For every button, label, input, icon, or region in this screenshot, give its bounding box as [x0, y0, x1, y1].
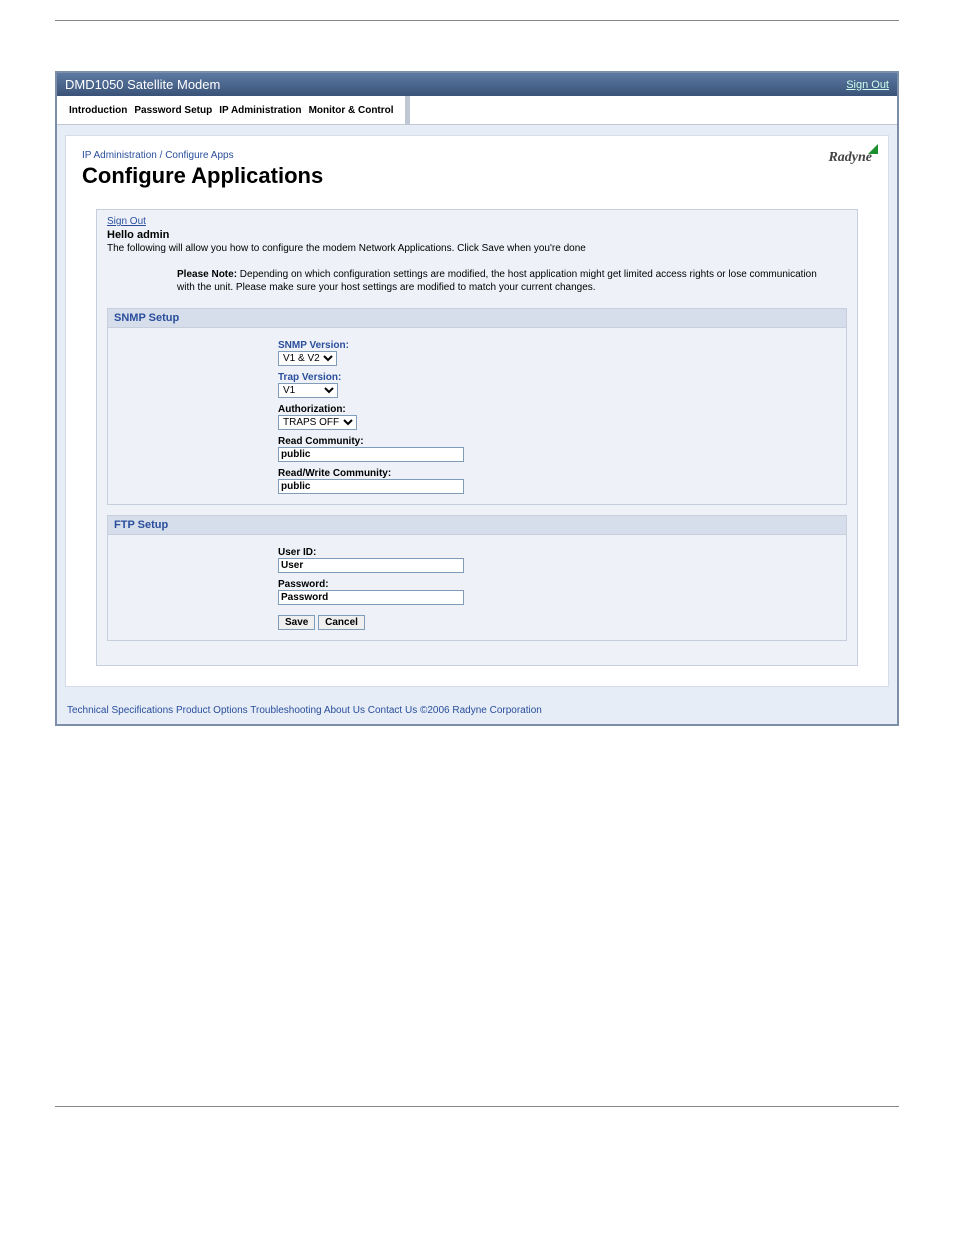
authorization-label: Authorization: — [278, 404, 840, 415]
authorization-select[interactable]: TRAPS OFF — [278, 415, 357, 430]
nav-ip-administration[interactable]: IP Administration — [217, 101, 303, 120]
nav-bar: Introduction Password Setup IP Administr… — [57, 96, 897, 125]
content-area: IP Administration / Configure Apps Confi… — [65, 135, 889, 687]
brand-logo: Radyne — [828, 150, 872, 166]
rw-community-label: Read/Write Community: — [278, 468, 840, 479]
breadcrumb: IP Administration / Configure Apps — [82, 150, 323, 161]
read-community-input[interactable] — [278, 447, 464, 462]
config-panel: Sign Out Hello admin The following will … — [96, 209, 858, 666]
nav-password-setup[interactable]: Password Setup — [132, 101, 214, 120]
snmp-section-body: SNMP Version: V1 & V2 Trap Version: V1 A… — [107, 328, 847, 505]
trap-version-select[interactable]: V1 — [278, 383, 338, 398]
rw-community-input[interactable] — [278, 479, 464, 494]
ftp-section-header: FTP Setup — [107, 515, 847, 535]
ftp-section-body: User ID: Password: Save Cancel — [107, 535, 847, 641]
nav-monitor-control[interactable]: Monitor & Control — [307, 101, 396, 120]
hello-user: Hello admin — [107, 229, 847, 241]
cancel-button[interactable]: Cancel — [318, 615, 365, 630]
password-label: Password: — [278, 579, 840, 590]
userid-label: User ID: — [278, 547, 840, 558]
snmp-version-select[interactable]: V1 & V2 — [278, 351, 337, 366]
read-community-label: Read Community: — [278, 436, 840, 447]
snmp-section-header: SNMP Setup — [107, 308, 847, 328]
signout-link-top[interactable]: Sign Out — [846, 79, 889, 91]
userid-input[interactable] — [278, 558, 464, 573]
nav-introduction[interactable]: Introduction — [67, 101, 129, 120]
snmp-version-label: SNMP Version: — [278, 340, 840, 351]
password-input[interactable] — [278, 590, 464, 605]
note-prefix: Please Note: — [177, 269, 237, 280]
please-note: Please Note: Depending on which configur… — [177, 268, 837, 294]
save-button[interactable]: Save — [278, 615, 315, 630]
footer-links[interactable]: Technical Specifications Product Options… — [57, 697, 897, 724]
product-title: DMD1050 Satellite Modem — [65, 77, 220, 92]
intro-text: The following will allow you how to conf… — [107, 243, 847, 254]
note-body: Depending on which configuration setting… — [177, 269, 817, 293]
page-title: Configure Applications — [82, 163, 323, 189]
signout-link-panel[interactable]: Sign Out — [107, 216, 146, 227]
app-window: DMD1050 Satellite Modem Sign Out Introdu… — [55, 71, 899, 726]
titlebar: DMD1050 Satellite Modem Sign Out — [57, 73, 897, 96]
trap-version-label: Trap Version: — [278, 372, 840, 383]
nav-divider — [405, 96, 410, 124]
